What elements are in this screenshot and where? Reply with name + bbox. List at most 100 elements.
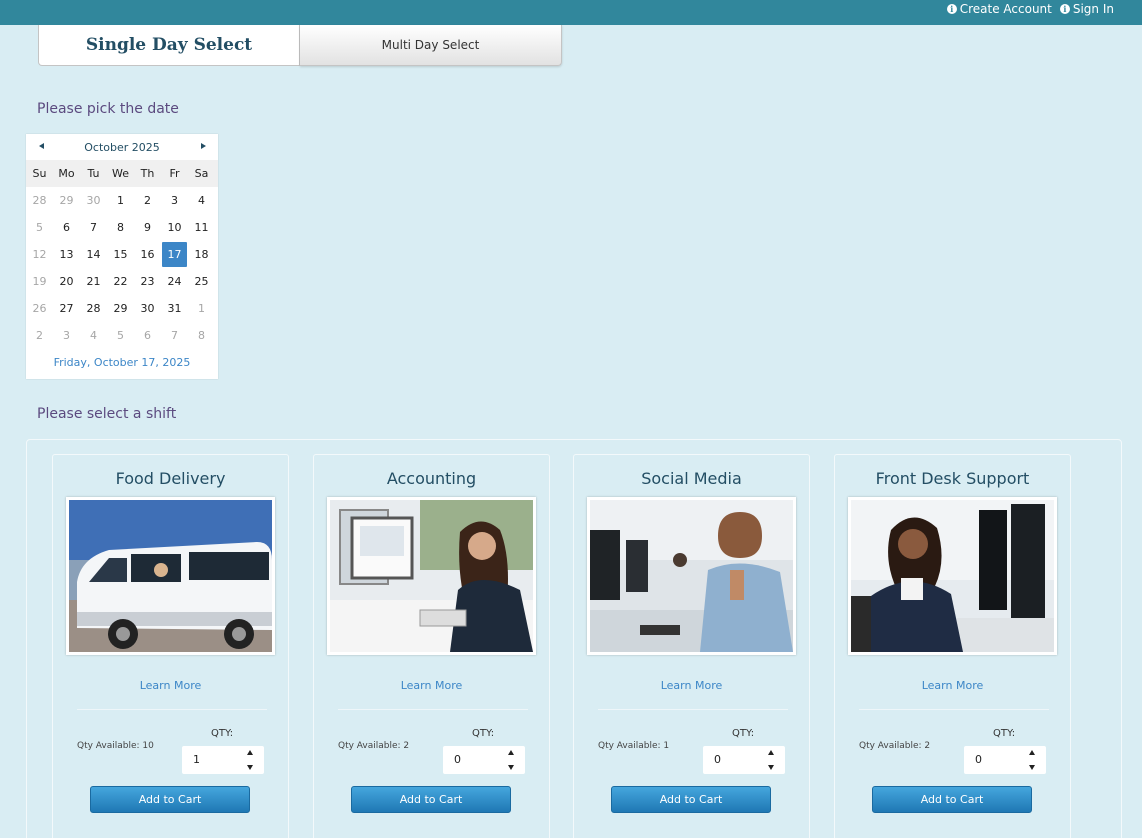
calendar-day[interactable]: 13 bbox=[53, 241, 80, 268]
stepper-arrows[interactable] bbox=[247, 750, 257, 770]
calendar-day[interactable]: 22 bbox=[107, 268, 134, 295]
calendar-day[interactable]: 29 bbox=[53, 187, 80, 214]
date-prompt: Please pick the date bbox=[37, 101, 179, 117]
calendar-day[interactable]: 15 bbox=[107, 241, 134, 268]
stepper-arrows[interactable] bbox=[508, 750, 518, 770]
create-account-link[interactable]: i Create Account bbox=[946, 2, 1052, 16]
quantity-stepper[interactable]: 1 bbox=[182, 746, 264, 774]
calendar-day[interactable]: 9 bbox=[134, 214, 161, 241]
stepper-arrows[interactable] bbox=[1029, 750, 1039, 770]
calendar-day[interactable]: 12 bbox=[26, 241, 53, 268]
next-month-button[interactable] bbox=[196, 140, 210, 152]
calendar-day[interactable]: 14 bbox=[80, 241, 107, 268]
calendar-day[interactable]: 7 bbox=[161, 322, 188, 349]
top-bar: i Create Account i Sign In bbox=[0, 0, 1142, 25]
calendar-day[interactable]: 1 bbox=[188, 295, 215, 322]
weekday-label: Fr bbox=[169, 167, 180, 180]
learn-more-link[interactable]: Learn More bbox=[835, 679, 1070, 692]
calendar-day[interactable]: 3 bbox=[53, 322, 80, 349]
calendar-month: October 2025 bbox=[84, 140, 160, 154]
calendar-day[interactable]: 26 bbox=[26, 295, 53, 322]
learn-more-link[interactable]: Learn More bbox=[314, 679, 549, 692]
sign-in-link[interactable]: i Sign In bbox=[1059, 2, 1114, 16]
shift-title: Front Desk Support bbox=[875, 469, 1030, 488]
calendar-day[interactable]: 2 bbox=[26, 322, 53, 349]
calendar-day[interactable]: 30 bbox=[80, 187, 107, 214]
increment-icon[interactable] bbox=[247, 750, 253, 755]
decrement-icon[interactable] bbox=[508, 765, 514, 770]
calendar-day[interactable]: 1 bbox=[107, 187, 134, 214]
calendar-day[interactable]: 4 bbox=[188, 187, 215, 214]
calendar-day[interactable]: 3 bbox=[161, 187, 188, 214]
quantity-value: 0 bbox=[454, 753, 461, 766]
qty-available: Qty Available: 2 bbox=[859, 741, 931, 751]
calendar-day[interactable]: 5 bbox=[26, 214, 53, 241]
calendar-day[interactable]: 27 bbox=[53, 295, 80, 322]
info-icon: i bbox=[1059, 4, 1070, 14]
decrement-icon[interactable] bbox=[768, 765, 774, 770]
calendar-day[interactable]: 6 bbox=[134, 322, 161, 349]
van-photo bbox=[66, 497, 275, 655]
calendar-day[interactable]: 21 bbox=[80, 268, 107, 295]
front-desk-photo bbox=[848, 497, 1057, 655]
shift-title: Social Media bbox=[641, 469, 742, 488]
tab-single-day[interactable]: Single Day Select bbox=[38, 25, 300, 66]
weekday-label: Su bbox=[32, 167, 47, 180]
calendar-day[interactable]: 16 bbox=[134, 241, 161, 268]
learn-more-link[interactable]: Learn More bbox=[574, 679, 809, 692]
calendar-day[interactable]: 20 bbox=[53, 268, 80, 295]
learn-more-link[interactable]: Learn More bbox=[53, 679, 288, 692]
calendar-day[interactable]: 8 bbox=[107, 214, 134, 241]
quantity-stepper[interactable]: 0 bbox=[443, 746, 525, 774]
calendar-day[interactable]: 25 bbox=[188, 268, 215, 295]
calendar-day[interactable]: 24 bbox=[161, 268, 188, 295]
selected-date-text[interactable]: Friday, October 17, 2025 bbox=[26, 349, 218, 376]
calendar-day[interactable]: 6 bbox=[53, 214, 80, 241]
decrement-icon[interactable] bbox=[247, 765, 253, 770]
weekday-label: Th bbox=[140, 167, 155, 180]
calendar-day[interactable]: 5 bbox=[107, 322, 134, 349]
quantity-value: 0 bbox=[714, 753, 721, 766]
calendar-day[interactable]: 10 bbox=[161, 214, 188, 241]
shift-card: Front Desk Support Learn More Qty Availa… bbox=[834, 454, 1071, 838]
calendar-day[interactable]: 30 bbox=[134, 295, 161, 322]
chevron-left-icon bbox=[38, 143, 44, 149]
calendar-day[interactable]: 2 bbox=[134, 187, 161, 214]
increment-icon[interactable] bbox=[508, 750, 514, 755]
calendar-day[interactable]: 18 bbox=[188, 241, 215, 268]
quantity-stepper[interactable]: 0 bbox=[703, 746, 785, 774]
divider bbox=[859, 709, 1049, 710]
calendar-day[interactable]: 23 bbox=[134, 268, 161, 295]
calendar-day[interactable]: 4 bbox=[80, 322, 107, 349]
tab-multi-day[interactable]: Multi Day Select bbox=[300, 25, 562, 66]
decrement-icon[interactable] bbox=[1029, 765, 1035, 770]
increment-icon[interactable] bbox=[768, 750, 774, 755]
calendar-day[interactable]: 19 bbox=[26, 268, 53, 295]
add-to-cart-button[interactable]: Add to Cart bbox=[351, 786, 511, 813]
calendar-day[interactable]: 28 bbox=[80, 295, 107, 322]
calendar-day-selected[interactable]: 17 bbox=[162, 242, 187, 267]
calendar-day[interactable]: 28 bbox=[26, 187, 53, 214]
add-to-cart-button[interactable]: Add to Cart bbox=[872, 786, 1032, 813]
prev-month-button[interactable] bbox=[34, 140, 48, 152]
add-to-cart-button[interactable]: Add to Cart bbox=[611, 786, 771, 813]
increment-icon[interactable] bbox=[1029, 750, 1035, 755]
calendar-header: October 2025 bbox=[26, 134, 218, 160]
divider bbox=[598, 709, 788, 710]
stepper-arrows[interactable] bbox=[768, 750, 778, 770]
add-to-cart-button[interactable]: Add to Cart bbox=[90, 786, 250, 813]
calendar-day[interactable]: 11 bbox=[188, 214, 215, 241]
calendar-day[interactable]: 7 bbox=[80, 214, 107, 241]
shift-card: Social Media Learn More Qty Available: 1… bbox=[573, 454, 810, 838]
calendar-day[interactable]: 8 bbox=[188, 322, 215, 349]
create-account-label: Create Account bbox=[959, 2, 1052, 16]
calendar-day[interactable]: 31 bbox=[161, 295, 188, 322]
shift-title: Food Delivery bbox=[115, 469, 226, 488]
shift-prompt: Please select a shift bbox=[37, 406, 177, 422]
weekday-label: We bbox=[112, 167, 129, 180]
quantity-stepper[interactable]: 0 bbox=[964, 746, 1046, 774]
calendar-day[interactable]: 29 bbox=[107, 295, 134, 322]
call-center-photo bbox=[587, 497, 796, 655]
weekday-header: Su Mo Tu We Th Fr Sa bbox=[26, 160, 218, 187]
qty-label: QTY: bbox=[472, 728, 495, 739]
